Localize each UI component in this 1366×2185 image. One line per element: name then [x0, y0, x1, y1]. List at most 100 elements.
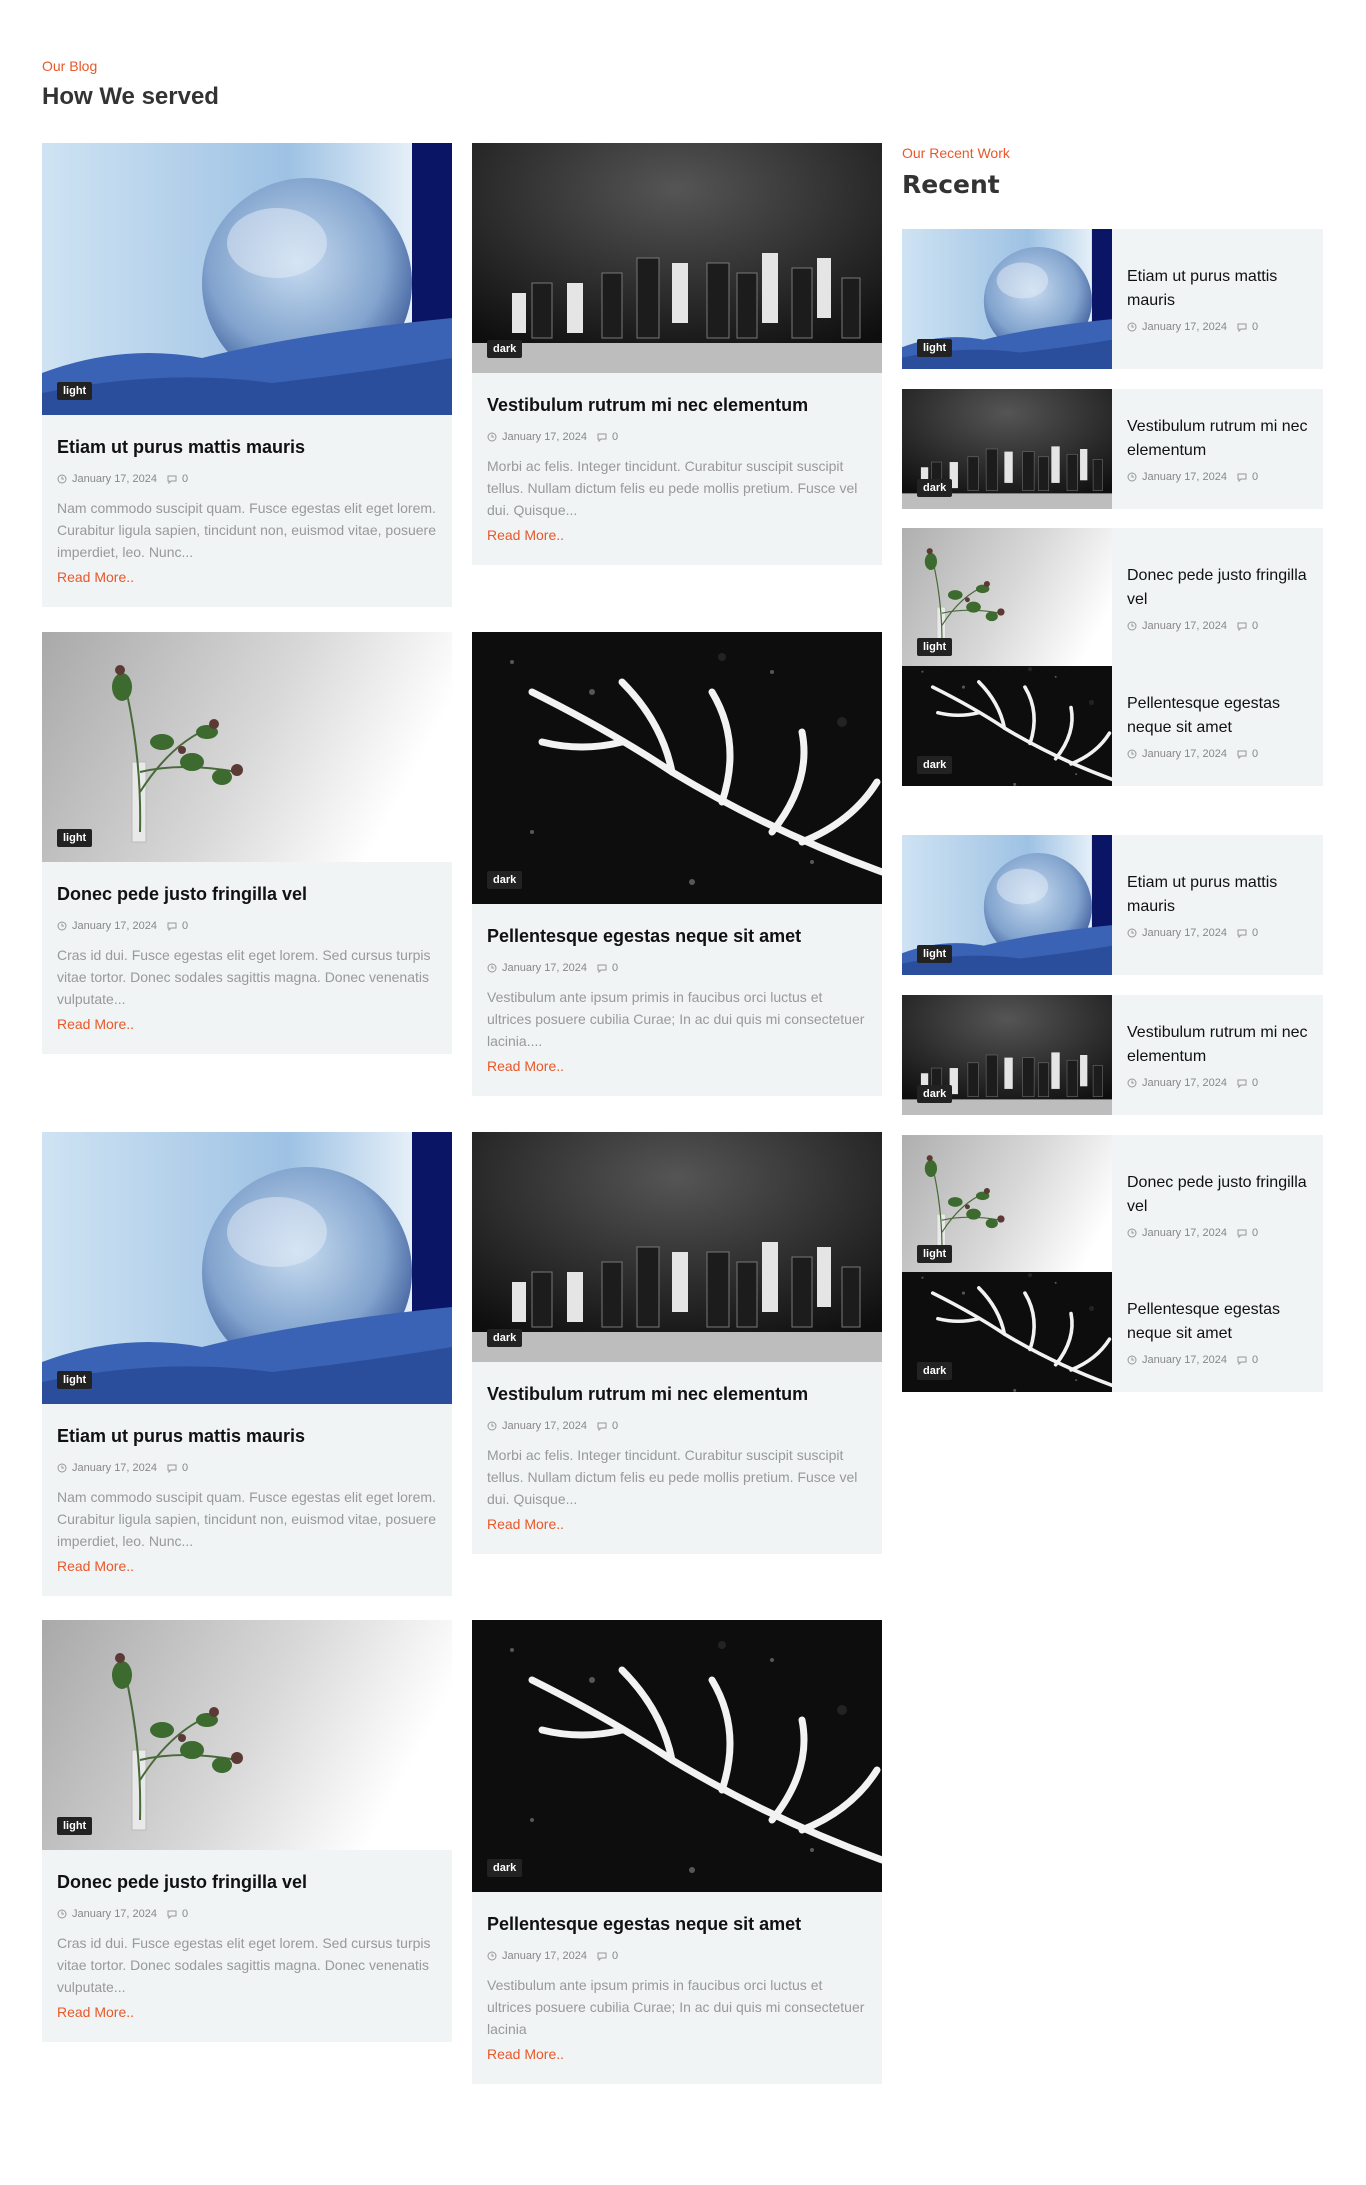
- category-badge[interactable]: light: [917, 638, 953, 656]
- recent-item-title[interactable]: Vestibulum rutrum mi nec elementum: [1127, 1021, 1308, 1069]
- recent-image[interactable]: light: [902, 1135, 1112, 1275]
- category-badge[interactable]: dark: [487, 340, 523, 358]
- recent-item-title[interactable]: Donec pede justo fringilla vel: [1127, 1171, 1308, 1219]
- read-more-link[interactable]: Read More..: [487, 527, 564, 543]
- recent-item[interactable]: dark Pellentesque egestas neque sit amet…: [902, 1272, 1323, 1392]
- category-badge[interactable]: dark: [487, 1329, 523, 1347]
- post-date: January 17, 2024: [72, 920, 158, 932]
- comment-icon: [597, 1422, 607, 1431]
- recent-item[interactable]: light Donec pede justo fringilla vel Jan…: [902, 1135, 1323, 1275]
- recent-item[interactable]: dark Vestibulum rutrum mi nec elementum …: [902, 995, 1323, 1115]
- category-badge[interactable]: light: [57, 1817, 93, 1835]
- recent-date: January 17, 2024: [1142, 620, 1228, 632]
- recent-image[interactable]: dark: [902, 1272, 1112, 1392]
- clock-icon: [487, 1951, 497, 1961]
- comment-count: 0: [1252, 1354, 1259, 1366]
- recent-item-title[interactable]: Donec pede justo fringilla vel: [1127, 564, 1308, 612]
- category-badge[interactable]: light: [917, 339, 953, 357]
- post-date: January 17, 2024: [502, 962, 588, 974]
- blog-card[interactable]: light Etiam ut purus mattis mauris Janua…: [42, 1132, 452, 1596]
- comment-count: 0: [1252, 1077, 1259, 1089]
- recent-meta: January 17, 2024 0: [1127, 620, 1308, 632]
- post-image[interactable]: light: [42, 1620, 452, 1850]
- post-title[interactable]: Donec pede justo fringilla vel: [57, 882, 437, 906]
- recent-item-title[interactable]: Etiam ut purus mattis mauris: [1127, 265, 1308, 313]
- blog-card[interactable]: light Donec pede justo fringilla vel Jan…: [42, 632, 452, 1054]
- comment-count: 0: [182, 1462, 189, 1474]
- category-badge[interactable]: dark: [487, 1859, 523, 1877]
- post-title[interactable]: Pellentesque egestas neque sit amet: [487, 1912, 867, 1936]
- recent-item[interactable]: dark Vestibulum rutrum mi nec elementum …: [902, 389, 1323, 509]
- blog-card[interactable]: light Donec pede justo fringilla vel Jan…: [42, 1620, 452, 2042]
- recent-image[interactable]: dark: [902, 666, 1112, 786]
- recent-image[interactable]: light: [902, 229, 1112, 369]
- blog-title: How We served: [42, 83, 219, 110]
- category-badge[interactable]: light: [57, 382, 93, 400]
- comment-icon: [597, 433, 607, 442]
- recent-image[interactable]: light: [902, 835, 1112, 975]
- recent-meta: January 17, 2024 0: [1127, 1077, 1308, 1089]
- recent-item[interactable]: light Etiam ut purus mattis mauris Janua…: [902, 229, 1323, 369]
- read-more-link[interactable]: Read More..: [57, 569, 134, 585]
- recent-item-title[interactable]: Vestibulum rutrum mi nec elementum: [1127, 415, 1308, 463]
- read-more-link[interactable]: Read More..: [487, 1058, 564, 1074]
- read-more-link[interactable]: Read More..: [57, 1016, 134, 1032]
- post-title[interactable]: Etiam ut purus mattis mauris: [57, 1424, 437, 1448]
- blog-card[interactable]: dark Vestibulum rutrum mi nec elementum …: [472, 143, 882, 565]
- post-meta: January 17, 2024 0: [57, 920, 437, 932]
- category-badge[interactable]: dark: [487, 871, 523, 889]
- post-image[interactable]: dark: [472, 1132, 882, 1362]
- blog-card[interactable]: light Etiam ut purus mattis mauris Janua…: [42, 143, 452, 607]
- read-more-link[interactable]: Read More..: [487, 2046, 564, 2062]
- comment-icon: [1237, 929, 1247, 938]
- clock-icon: [1127, 928, 1137, 938]
- category-badge[interactable]: light: [57, 829, 93, 847]
- comment-icon: [1237, 323, 1247, 332]
- category-badge[interactable]: dark: [917, 1085, 953, 1103]
- recent-item-title[interactable]: Etiam ut purus mattis mauris: [1127, 871, 1308, 919]
- recent-image[interactable]: dark: [902, 389, 1112, 509]
- post-title[interactable]: Vestibulum rutrum mi nec elementum: [487, 1382, 867, 1406]
- comment-count: 0: [1252, 1227, 1259, 1239]
- post-image[interactable]: light: [42, 1132, 452, 1404]
- recent-item-title[interactable]: Pellentesque egestas neque sit amet: [1127, 1298, 1308, 1346]
- recent-image[interactable]: dark: [902, 995, 1112, 1115]
- post-image[interactable]: light: [42, 143, 452, 415]
- post-excerpt: Nam commodo suscipit quam. Fusce egestas…: [57, 500, 437, 560]
- post-title[interactable]: Donec pede justo fringilla vel: [57, 1870, 437, 1894]
- read-more-link[interactable]: Read More..: [57, 2004, 134, 2020]
- recent-item-title[interactable]: Pellentesque egestas neque sit amet: [1127, 692, 1308, 740]
- category-badge[interactable]: dark: [917, 479, 953, 497]
- recent-meta: January 17, 2024 0: [1127, 1227, 1308, 1239]
- recent-item[interactable]: light Donec pede justo fringilla vel Jan…: [902, 528, 1323, 668]
- blog-card[interactable]: dark Pellentesque egestas neque sit amet…: [472, 1620, 882, 2084]
- recent-item[interactable]: light Etiam ut purus mattis mauris Janua…: [902, 835, 1323, 975]
- recent-image[interactable]: light: [902, 528, 1112, 668]
- post-title[interactable]: Pellentesque egestas neque sit amet: [487, 924, 867, 948]
- post-title[interactable]: Vestibulum rutrum mi nec elementum: [487, 393, 867, 417]
- blog-card[interactable]: dark Vestibulum rutrum mi nec elementum …: [472, 1132, 882, 1554]
- post-excerpt: Morbi ac felis. Integer tincidunt. Curab…: [487, 1447, 858, 1507]
- comment-icon: [167, 1910, 177, 1919]
- recent-date: January 17, 2024: [1142, 927, 1228, 939]
- recent-item[interactable]: dark Pellentesque egestas neque sit amet…: [902, 666, 1323, 786]
- post-excerpt: Morbi ac felis. Integer tincidunt. Curab…: [487, 458, 858, 518]
- recent-meta: January 17, 2024 0: [1127, 1354, 1308, 1366]
- post-image[interactable]: dark: [472, 1620, 882, 1892]
- read-more-link[interactable]: Read More..: [487, 1516, 564, 1532]
- post-image[interactable]: dark: [472, 632, 882, 904]
- category-badge[interactable]: light: [57, 1371, 93, 1389]
- clock-icon: [1127, 621, 1137, 631]
- post-image[interactable]: dark: [472, 143, 882, 373]
- read-more-link[interactable]: Read More..: [57, 1558, 134, 1574]
- recent-date: January 17, 2024: [1142, 321, 1228, 333]
- blog-card[interactable]: dark Pellentesque egestas neque sit amet…: [472, 632, 882, 1096]
- category-badge[interactable]: light: [917, 1245, 953, 1263]
- category-badge[interactable]: light: [917, 945, 953, 963]
- post-image[interactable]: light: [42, 632, 452, 862]
- post-excerpt: Cras id dui. Fusce egestas elit eget lor…: [57, 947, 431, 1007]
- post-title[interactable]: Etiam ut purus mattis mauris: [57, 435, 437, 459]
- category-badge[interactable]: dark: [917, 1362, 953, 1380]
- category-badge[interactable]: dark: [917, 756, 953, 774]
- recent-meta: January 17, 2024 0: [1127, 927, 1308, 939]
